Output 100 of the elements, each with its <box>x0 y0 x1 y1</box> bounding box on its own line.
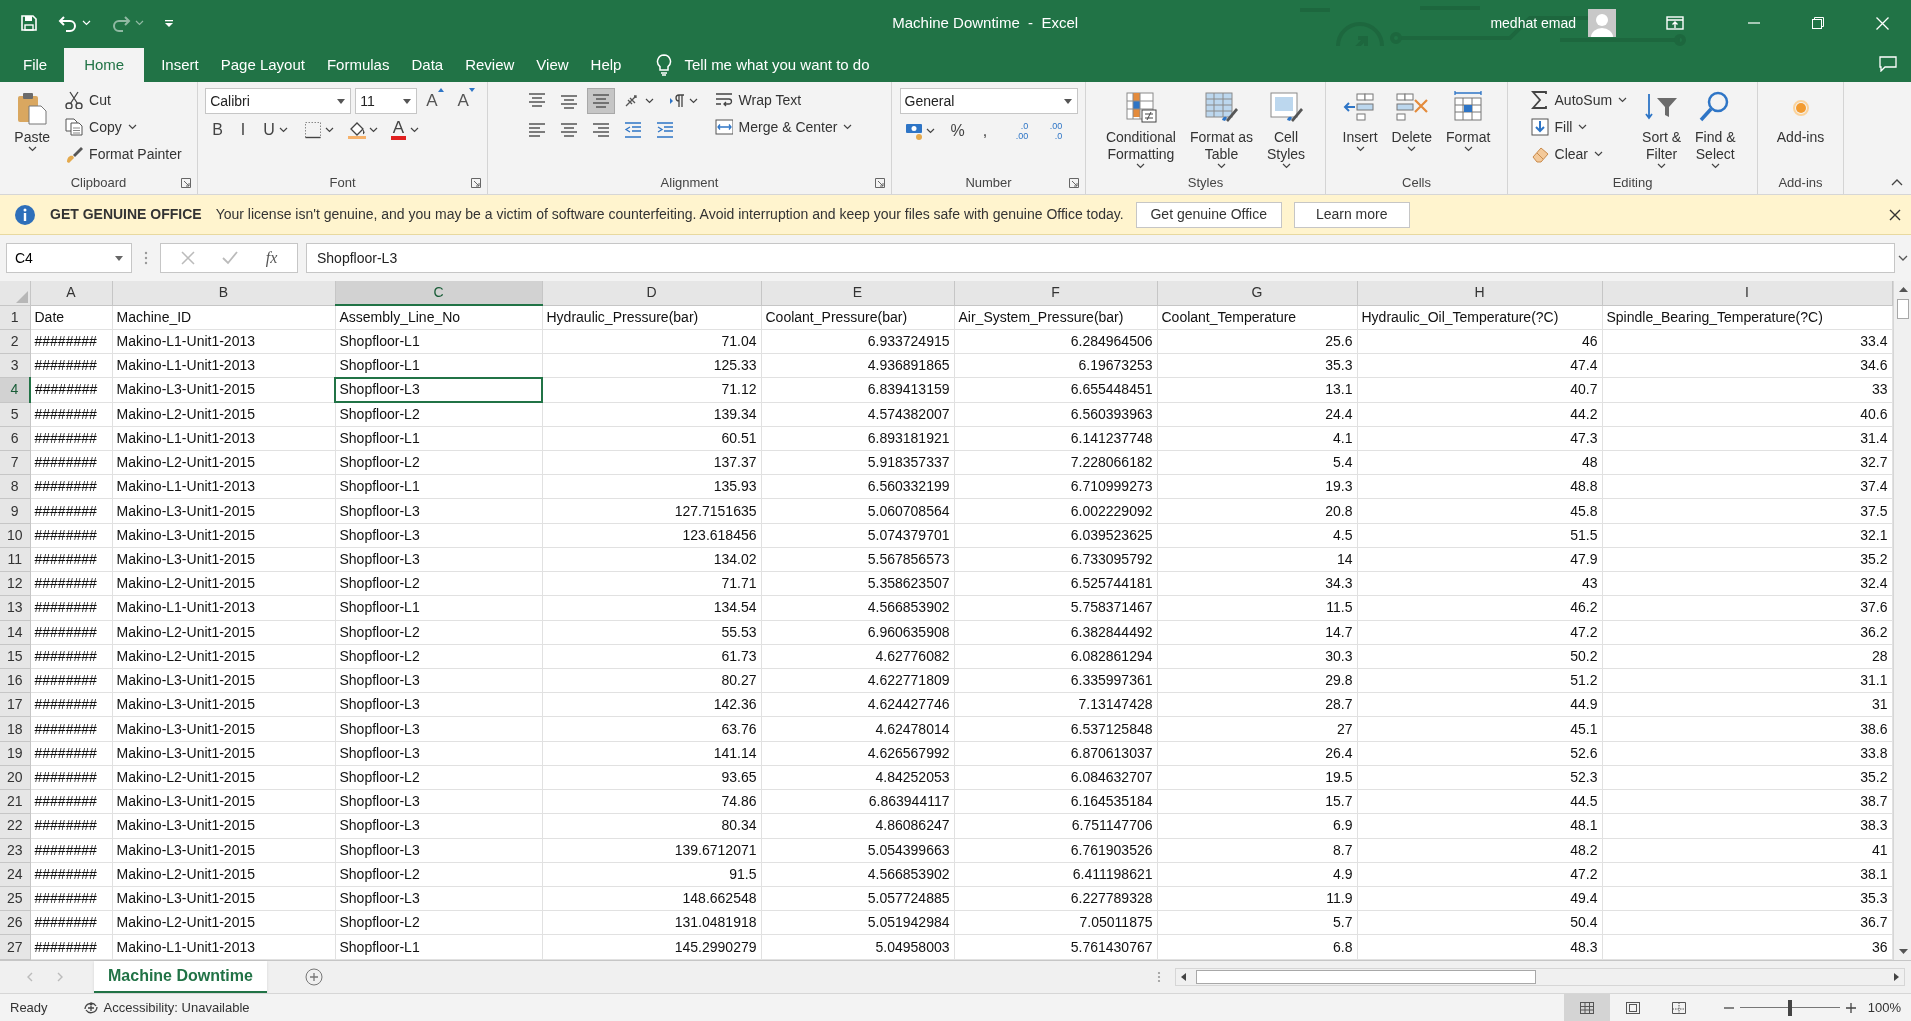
table-cell[interactable]: 6.537125848 <box>954 716 1157 742</box>
table-cell[interactable]: Makino-L2-Unit1-2015 <box>112 644 335 669</box>
table-cell[interactable]: 29.8 <box>1157 668 1357 693</box>
dialog-launcher-icon[interactable] <box>1069 178 1079 188</box>
sheet-tab[interactable]: Machine Downtime <box>94 960 267 994</box>
table-cell[interactable]: ######## <box>30 886 112 911</box>
table-cell[interactable]: 4.566853902 <box>761 862 954 887</box>
row-header[interactable]: 11 <box>0 547 30 572</box>
table-cell[interactable]: Shopfloor-L3 <box>335 838 542 863</box>
dialog-launcher-icon[interactable] <box>181 178 191 188</box>
table-cell[interactable]: 31.1 <box>1602 668 1892 693</box>
decimal-button[interactable]: .00 .0 <box>1032 117 1063 145</box>
ribbon-button[interactable]: Format Painter <box>61 142 186 166</box>
decimal-button[interactable]: .0 .00 <box>998 117 1029 145</box>
table-cell[interactable]: 48.3 <box>1357 934 1602 960</box>
table-cell[interactable]: 6.560332199 <box>761 474 954 499</box>
table-cell[interactable]: 5.567856573 <box>761 547 954 572</box>
table-cell[interactable]: ######## <box>30 813 112 839</box>
table-cell[interactable]: Makino-L3-Unit1-2015 <box>112 523 335 548</box>
restore-icon[interactable] <box>1812 17 1824 29</box>
table-cell[interactable]: 34.6 <box>1602 353 1892 378</box>
table-cell[interactable]: Makino-L1-Unit1-2013 <box>112 595 335 621</box>
table-cell[interactable]: 6.839413159 <box>761 377 954 403</box>
table-cell[interactable]: 148.662548 <box>542 886 761 911</box>
row-header[interactable]: 12 <box>0 571 30 596</box>
table-cell[interactable]: 4.624427746 <box>761 692 954 717</box>
table-cell[interactable]: 27 <box>1157 716 1357 742</box>
table-cell[interactable]: Shopfloor-L2 <box>335 862 542 887</box>
table-cell[interactable]: Hydraulic_Oil_Temperature(?C) <box>1357 305 1602 330</box>
table-cell[interactable]: Shopfloor-L2 <box>335 620 542 645</box>
table-cell[interactable]: 6.002229092 <box>954 498 1157 524</box>
table-cell[interactable]: 6.039523625 <box>954 523 1157 548</box>
table-cell[interactable]: 125.33 <box>542 353 761 378</box>
accessibility-status[interactable]: Accessibility: Unavailable <box>103 997 250 1018</box>
table-cell[interactable]: 48.8 <box>1357 474 1602 499</box>
table-cell[interactable]: 52.3 <box>1357 765 1602 790</box>
table-cell[interactable]: 35.2 <box>1602 547 1892 572</box>
row-header[interactable]: 14 <box>0 620 30 645</box>
table-cell[interactable]: 33.4 <box>1602 329 1892 354</box>
close-icon[interactable] <box>1889 208 1901 221</box>
table-cell[interactable]: 13.1 <box>1157 377 1357 403</box>
table-cell[interactable]: Spindle_Bearing_Temperature(?C) <box>1602 305 1892 330</box>
ribbon-button[interactable]: Format <box>1443 88 1494 170</box>
table-cell[interactable]: 93.65 <box>542 765 761 790</box>
table-cell[interactable]: 6.733095792 <box>954 547 1157 572</box>
ribbon-button[interactable]: Cell Styles <box>1263 88 1309 170</box>
table-cell[interactable]: 139.34 <box>542 402 761 427</box>
ribbon-button[interactable]: Insert <box>1339 88 1381 170</box>
ribbon-button[interactable]: Paste <box>11 88 54 170</box>
table-cell[interactable]: 7.05011875 <box>954 910 1157 935</box>
table-cell[interactable]: 33 <box>1602 377 1892 403</box>
table-cell[interactable]: Makino-L3-Unit1-2015 <box>112 668 335 693</box>
table-cell[interactable]: 19.3 <box>1157 474 1357 499</box>
row-header[interactable]: 23 <box>0 838 30 863</box>
column-header[interactable]: G <box>1157 281 1357 306</box>
table-cell[interactable]: 33.8 <box>1602 741 1892 766</box>
table-cell[interactable]: 5.7 <box>1157 910 1357 935</box>
table-cell[interactable]: 40.6 <box>1602 402 1892 427</box>
row-header[interactable]: 1 <box>0 305 30 330</box>
table-cell[interactable]: 6.335997361 <box>954 668 1157 693</box>
table-cell[interactable]: 71.12 <box>542 377 761 403</box>
table-cell[interactable]: 71.04 <box>542 329 761 354</box>
table-cell[interactable]: 45.1 <box>1357 716 1602 742</box>
view-button[interactable] <box>1563 993 1610 1021</box>
row-header[interactable]: 2 <box>0 329 30 354</box>
table-cell[interactable]: 30.3 <box>1157 644 1357 669</box>
font-name-dropdown[interactable]: Calibri <box>205 88 352 114</box>
table-cell[interactable]: Shopfloor-L3 <box>335 789 542 814</box>
table-cell[interactable]: 46.2 <box>1357 595 1602 621</box>
table-cell[interactable]: 5.060708564 <box>761 498 954 524</box>
table-cell[interactable]: ######## <box>30 523 112 548</box>
style-toggle[interactable]: % <box>943 118 972 144</box>
row-header[interactable]: 18 <box>0 716 30 742</box>
row-header[interactable]: 9 <box>0 498 30 524</box>
table-cell[interactable]: 6.870613037 <box>954 741 1157 766</box>
table-cell[interactable]: 6.960635908 <box>761 620 954 645</box>
row-header[interactable]: 13 <box>0 595 30 621</box>
table-cell[interactable]: ######## <box>30 692 112 717</box>
table-cell[interactable]: 45.8 <box>1357 498 1602 524</box>
table-cell[interactable]: 32.4 <box>1602 571 1892 596</box>
table-cell[interactable]: 5.054399663 <box>761 838 954 863</box>
table-cell[interactable]: 63.76 <box>542 716 761 742</box>
table-cell[interactable]: 34.3 <box>1157 571 1357 596</box>
table-cell[interactable]: 31.4 <box>1602 426 1892 451</box>
name-box[interactable]: C4 <box>6 243 132 273</box>
table-cell[interactable]: Makino-L2-Unit1-2015 <box>112 910 335 935</box>
row-header[interactable]: 22 <box>0 813 30 839</box>
style-toggle[interactable]: I <box>233 117 253 143</box>
table-cell[interactable]: 36 <box>1602 934 1892 960</box>
table-cell[interactable]: 36.7 <box>1602 910 1892 935</box>
table-cell[interactable]: Makino-L3-Unit1-2015 <box>112 716 335 742</box>
table-cell[interactable]: 135.93 <box>542 474 761 499</box>
collapse-ribbon-icon[interactable] <box>1891 178 1903 186</box>
table-cell[interactable]: Makino-L3-Unit1-2015 <box>112 741 335 766</box>
table-cell[interactable]: 49.4 <box>1357 886 1602 911</box>
table-cell[interactable]: Shopfloor-L3 <box>335 498 542 524</box>
table-cell[interactable]: 134.54 <box>542 595 761 621</box>
table-cell[interactable]: 80.34 <box>542 813 761 839</box>
table-cell[interactable]: 80.27 <box>542 668 761 693</box>
table-cell[interactable]: Makino-L2-Unit1-2015 <box>112 450 335 475</box>
